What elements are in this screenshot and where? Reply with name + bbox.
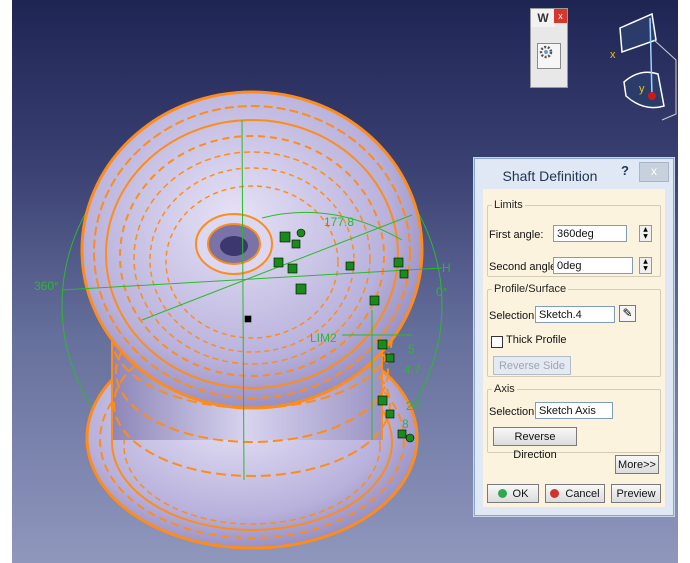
3d-viewport[interactable]: 360° 0° 177.8 H LIM2 5 4.7 2.5 8 x y W x… — [12, 0, 678, 563]
dialog-titlebar[interactable]: Shaft Definition ? x — [475, 159, 673, 189]
thick-profile-label: Thick Profile — [506, 334, 567, 346]
gear-icon — [539, 45, 553, 59]
axis-selection-label: Selection: — [489, 406, 538, 418]
dialog-body: Limits First angle: 360deg ▲ ▼ Second ang… — [483, 189, 665, 507]
reverse-side-button[interactable]: Reverse Side — [493, 356, 571, 375]
profile-selection-label: Selection: — [489, 310, 538, 322]
cancel-icon — [550, 489, 560, 498]
thick-profile-checkbox[interactable] — [491, 336, 503, 348]
compass[interactable]: x y — [610, 12, 677, 121]
ok-icon — [497, 489, 507, 498]
first-angle-label: First angle: — [489, 229, 544, 241]
label-dim-top: 177.8 — [324, 215, 354, 229]
second-angle-label: Second angle: — [489, 261, 560, 273]
help-button[interactable]: ? — [621, 163, 637, 178]
hub — [195, 213, 273, 275]
ok-button[interactable]: OK — [487, 484, 539, 503]
dialog-close-button[interactable]: x — [639, 162, 669, 182]
compass-y-label: y — [639, 83, 645, 95]
cancel-label: Cancel — [565, 488, 600, 500]
dialog-title: Shaft Definition — [502, 168, 598, 184]
profile-surface-legend: Profile/Surface — [494, 283, 567, 295]
compass-x-label: x — [610, 49, 616, 61]
first-angle-field[interactable]: 360deg — [553, 225, 627, 242]
profile-selection-field[interactable]: Sketch.4 — [535, 306, 615, 323]
label-dim-a: 5 — [408, 342, 415, 356]
label-0: 0° — [436, 285, 448, 299]
toolbar-title: W — [531, 9, 555, 27]
sketcher-button[interactable]: ✎ — [619, 305, 636, 322]
reverse-direction-button[interactable]: Reverse Direction — [493, 427, 577, 461]
floating-toolbar: W x — [530, 8, 568, 88]
label-lim2: LIM2 — [310, 331, 337, 345]
label-dim-c: 2.5 — [406, 399, 423, 413]
gear-tool-button[interactable] — [537, 43, 561, 69]
cancel-button[interactable]: Cancel — [545, 484, 605, 503]
limits-legend: Limits — [494, 199, 523, 211]
preview-button[interactable]: Preview — [611, 484, 661, 503]
label-360: 360° — [34, 279, 59, 293]
label-axis-h: H — [442, 261, 451, 275]
second-angle-field[interactable]: 0deg — [553, 257, 633, 274]
toolbar-close-button[interactable]: x — [554, 9, 567, 23]
axis-legend: Axis — [494, 383, 515, 395]
label-dim-b: 4.7 — [404, 363, 421, 377]
pencil-icon: ✎ — [622, 306, 633, 320]
axis-selection-field[interactable]: Sketch Axis — [535, 402, 613, 419]
shaft-definition-dialog: Shaft Definition ? x Limits First angle:… — [474, 158, 674, 516]
ok-label: OK — [512, 488, 529, 500]
label-dim-d: 8 — [402, 417, 409, 431]
first-angle-spinner[interactable]: ▲ ▼ — [639, 225, 652, 242]
second-angle-spinner[interactable]: ▲ ▼ — [639, 257, 652, 274]
more-button[interactable]: More>> — [615, 455, 659, 474]
